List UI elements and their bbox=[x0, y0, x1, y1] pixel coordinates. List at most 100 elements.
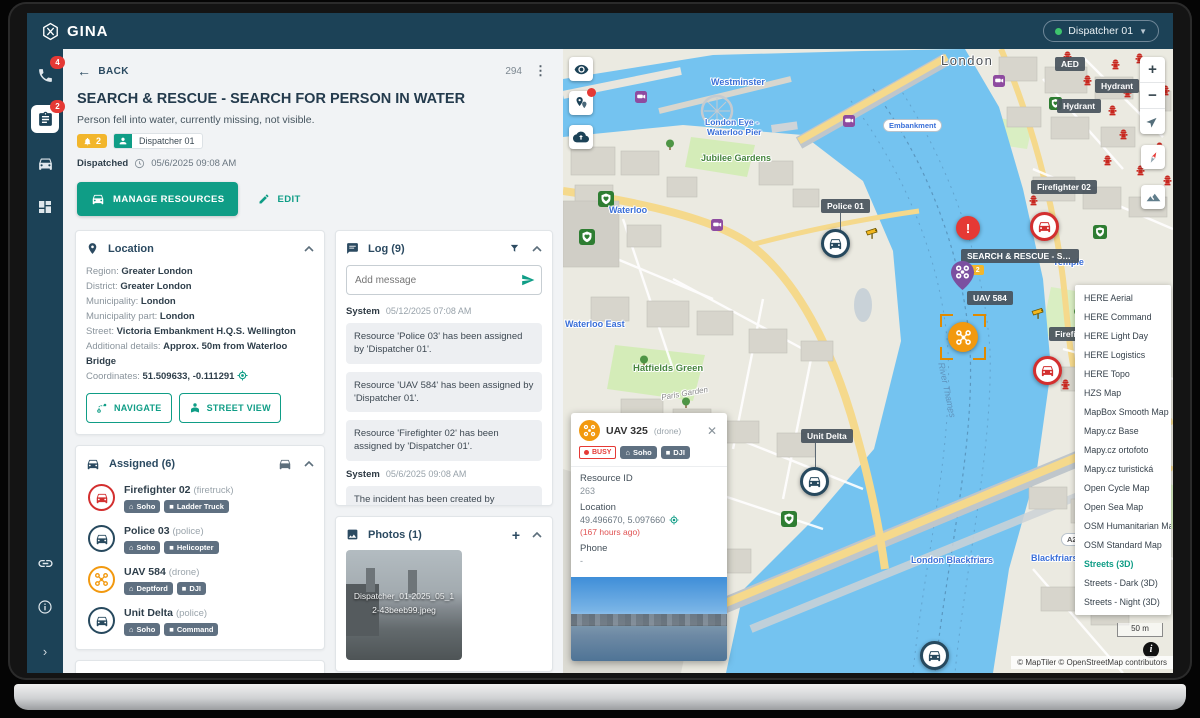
map-label-station: Waterloo bbox=[609, 205, 647, 215]
incident-map-pill[interactable]: SEARCH & RESCUE - SEARC... bbox=[961, 249, 1079, 263]
police-marker[interactable] bbox=[920, 641, 949, 670]
layer-option[interactable]: HERE Command bbox=[1075, 308, 1171, 327]
collapse-icon[interactable] bbox=[304, 461, 314, 467]
map-pill-firefighter02[interactable]: Firefighter 02 bbox=[1031, 180, 1097, 194]
firefighter-marker[interactable] bbox=[1033, 356, 1062, 385]
log-message: Resource 'Police 03' has been assigned b… bbox=[346, 323, 542, 364]
layer-option[interactable]: Mapy.cz turistická bbox=[1075, 460, 1171, 479]
map-layers-menu: HERE Aerial HERE Command HERE Light Day … bbox=[1075, 285, 1171, 615]
compass-needle-icon bbox=[1143, 147, 1163, 167]
layer-option[interactable]: Open Sea Map bbox=[1075, 498, 1171, 517]
zoom-in-button[interactable]: + bbox=[1140, 57, 1165, 83]
assigned-card: Assigned (6) Firefighter 02 (firetruck) bbox=[75, 445, 325, 650]
poi-layers-button[interactable] bbox=[569, 91, 593, 115]
layer-option[interactable]: Streets - Dark (3D) bbox=[1075, 574, 1171, 593]
uav584-marker[interactable] bbox=[951, 261, 974, 290]
dashboard-icon bbox=[37, 199, 53, 215]
resource-row[interactable]: Firefighter 02 (firetruck) ⌂ Soho ■ Ladd… bbox=[88, 484, 312, 513]
brand: GINA bbox=[41, 22, 109, 41]
app-window: GINA Dispatcher 01 ▼ 4 2 bbox=[27, 13, 1173, 673]
close-icon[interactable]: ✕ bbox=[705, 424, 719, 438]
log-message: Resource 'Firefighter 02' has been assig… bbox=[346, 420, 542, 461]
target-icon[interactable] bbox=[669, 515, 679, 525]
firefighter-marker[interactable] bbox=[1030, 212, 1059, 241]
camera-marker-icon bbox=[635, 91, 647, 103]
terrain-button[interactable] bbox=[1141, 185, 1165, 209]
map-label-hydrant: Hydrant bbox=[1095, 79, 1139, 93]
sidebar-item-calls[interactable]: 4 bbox=[31, 61, 59, 89]
layer-option[interactable]: Mapy.cz ortofoto bbox=[1075, 441, 1171, 460]
back-button[interactable]: ← BACK bbox=[77, 63, 129, 79]
back-arrow-icon: ← bbox=[77, 63, 91, 79]
collapse-icon[interactable] bbox=[532, 246, 542, 252]
layer-option[interactable]: MapBox Smooth Map bbox=[1075, 403, 1171, 422]
resource-popup: UAV 325 (drone) ✕ BUSY ⌂ Soho ■ DJI Reso… bbox=[571, 413, 727, 661]
collapse-icon[interactable] bbox=[532, 532, 542, 538]
sidebar-expand-button[interactable]: › bbox=[31, 637, 59, 665]
layer-option[interactable]: HERE Light Day bbox=[1075, 327, 1171, 346]
unit-delta-marker[interactable] bbox=[800, 467, 829, 496]
popup-photo[interactable] bbox=[571, 577, 727, 661]
layer-option[interactable]: Mapy.cz Base bbox=[1075, 422, 1171, 441]
compass-button[interactable] bbox=[1141, 145, 1165, 169]
map-pins-icon bbox=[574, 96, 589, 111]
bearing-reset-button[interactable] bbox=[1140, 109, 1165, 134]
zoom-out-button[interactable]: − bbox=[1140, 83, 1165, 109]
filter-icon[interactable] bbox=[509, 243, 520, 254]
police01-marker[interactable] bbox=[821, 229, 850, 258]
uav325-marker[interactable] bbox=[948, 322, 978, 352]
layer-option[interactable]: HERE Logistics bbox=[1075, 346, 1171, 365]
layer-option[interactable]: Streets - Night (3D) bbox=[1075, 593, 1171, 612]
resource-row[interactable]: Unit Delta (police) ⌂ Soho ■ Command bbox=[88, 607, 312, 636]
back-label: BACK bbox=[98, 66, 129, 77]
resource-row[interactable]: UAV 584 (drone) ⌂ Deptford ■ DJI bbox=[88, 566, 312, 595]
layer-option[interactable]: HERE Aerial bbox=[1075, 289, 1171, 308]
photo-thumbnail[interactable]: Dispatcher_01-2025_05_12-43beeb99.jpeg bbox=[346, 550, 462, 660]
sidebar: 4 2 › bbox=[27, 49, 63, 673]
log-card: Log (9) System05/12/2025 07:08 A bbox=[335, 230, 553, 506]
popup-title: UAV 325 bbox=[606, 425, 648, 437]
popup-resource-id-label: Resource ID bbox=[580, 473, 718, 484]
drone-icon bbox=[583, 424, 596, 437]
map-label-city: London bbox=[941, 53, 993, 68]
type-tag: ■ Ladder Truck bbox=[164, 500, 229, 513]
witness-title: Witness bbox=[108, 673, 150, 674]
sidebar-item-incidents[interactable]: 2 bbox=[31, 105, 59, 133]
kebab-menu-icon[interactable]: ⋮ bbox=[530, 63, 551, 79]
link-icon bbox=[37, 555, 54, 572]
camera-marker-icon bbox=[711, 219, 723, 231]
manage-vehicles-icon[interactable] bbox=[278, 457, 292, 471]
user-menu[interactable]: Dispatcher 01 ▼ bbox=[1043, 20, 1159, 42]
layer-option[interactable]: OSM Humanitarian Map bbox=[1075, 517, 1171, 536]
layer-option[interactable]: OSM Standard Map bbox=[1075, 536, 1171, 555]
layer-option-selected[interactable]: Streets (3D) bbox=[1075, 555, 1171, 574]
edit-button[interactable]: EDIT bbox=[258, 193, 300, 205]
target-icon[interactable] bbox=[237, 370, 248, 381]
map-pill-uav584[interactable]: UAV 584 bbox=[967, 291, 1013, 305]
navigate-button[interactable]: NAVIGATE bbox=[86, 393, 172, 423]
map-pill-unit-delta[interactable]: Unit Delta bbox=[801, 429, 853, 443]
layer-option[interactable]: HZS Map bbox=[1075, 384, 1171, 403]
incident-marker[interactable]: ! bbox=[956, 216, 980, 240]
sidebar-item-dashboard[interactable] bbox=[31, 193, 59, 221]
layer-option[interactable]: Open Cycle Map bbox=[1075, 479, 1171, 498]
street-view-button[interactable]: STREET VIEW bbox=[179, 393, 281, 423]
map-label-station: Waterloo East bbox=[565, 319, 625, 329]
collapse-icon[interactable] bbox=[304, 246, 314, 252]
sidebar-item-info[interactable] bbox=[31, 593, 59, 621]
visibility-button[interactable] bbox=[569, 57, 593, 81]
map-label-aed: AED bbox=[1055, 57, 1085, 71]
add-photo-button[interactable]: + bbox=[512, 530, 520, 540]
sidebar-item-links[interactable] bbox=[31, 549, 59, 577]
manage-resources-button[interactable]: MANAGE RESOURCES bbox=[77, 182, 238, 216]
resource-row[interactable]: Police 03 (police) ⌂ Soho ■ Helicopter bbox=[88, 525, 312, 554]
sync-button[interactable] bbox=[569, 125, 593, 149]
person-icon bbox=[118, 136, 128, 146]
add-message-input[interactable] bbox=[346, 265, 542, 295]
map[interactable]: London Westminster Embankment London Eye… bbox=[563, 49, 1173, 673]
layer-option[interactable]: HERE Topo bbox=[1075, 365, 1171, 384]
map-pill-police01[interactable]: Police 01 bbox=[821, 199, 870, 213]
log-title: Log (9) bbox=[368, 243, 405, 255]
send-icon[interactable] bbox=[521, 273, 535, 287]
sidebar-item-resources[interactable] bbox=[31, 149, 59, 177]
